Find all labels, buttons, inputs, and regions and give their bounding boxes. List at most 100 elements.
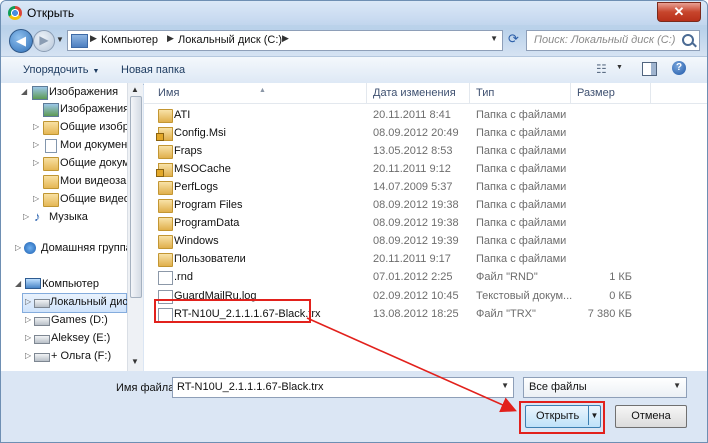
- filter-value: Все файлы: [529, 381, 587, 393]
- folder-icon: [156, 127, 173, 142]
- drive-icon: [34, 335, 50, 344]
- organize-button[interactable]: Упорядочить ▼: [23, 64, 99, 76]
- file-size: 1 КБ: [609, 271, 632, 284]
- nav-item-olga-f[interactable]: ▷ + Ольга (F:): [1, 348, 126, 366]
- chevron-down-icon[interactable]: ▼: [501, 381, 509, 390]
- file-date: 14.07.2009 5:37: [373, 181, 453, 194]
- collapse-arrow-icon[interactable]: ◢: [15, 279, 23, 288]
- computer-icon: [25, 278, 41, 289]
- expand-arrow-icon[interactable]: ▷: [33, 158, 41, 167]
- help-icon[interactable]: ?: [672, 61, 686, 75]
- file-row[interactable]: Fraps 13.05.2012 8:53 Папка с файлами: [144, 143, 707, 160]
- search-icon: [682, 34, 694, 46]
- open-split-dropdown-icon[interactable]: ▼: [588, 406, 600, 425]
- expand-arrow-icon[interactable]: ▷: [25, 297, 33, 306]
- file-name: Program Files: [174, 199, 243, 212]
- scroll-up-icon[interactable]: ▲: [131, 85, 139, 94]
- expand-arrow-icon[interactable]: ▷: [15, 243, 23, 252]
- nav-item-label: Локальный диск: [50, 296, 128, 308]
- file-row[interactable]: Пользователи 20.11.2011 9:17 Папка с файла…: [144, 251, 707, 268]
- address-bar[interactable]: ▶ Компьютер ▶ Локальный диск (C:) ▶ ▼: [67, 30, 503, 51]
- filename-input[interactable]: RT-N10U_2.1.1.1.67-Black.trx ▼: [172, 377, 514, 398]
- column-headers: Имя ▲ Дата изменения Тип Размер: [144, 83, 707, 104]
- file-row[interactable]: PerfLogs 14.07.2009 5:37 Папка с файлами: [144, 179, 707, 196]
- file-list: Имя ▲ Дата изменения Тип Размер ATI 20.11…: [144, 83, 707, 371]
- file-type: Папка с файлами: [476, 127, 567, 140]
- file-date: 13.08.2012 18:25: [373, 307, 459, 320]
- preview-pane-icon[interactable]: [642, 62, 657, 76]
- nav-item-music[interactable]: ▷ ♪ Музыка: [1, 209, 126, 227]
- nav-item-public-documents[interactable]: ▷ Общие докумен: [1, 155, 127, 173]
- column-header-type[interactable]: Тип: [470, 83, 571, 103]
- nav-item-homegroup[interactable]: ▷ Домашняя группа: [1, 240, 127, 258]
- expand-arrow-icon[interactable]: ▷: [25, 351, 33, 360]
- column-header-size[interactable]: Размер: [571, 83, 651, 103]
- nav-item-local-disk-c[interactable]: ▷ Локальный диск: [22, 293, 127, 313]
- view-options-icon[interactable]: ☷: [596, 63, 612, 75]
- nav-item-label: Мои видеозап: [60, 175, 128, 187]
- breadcrumb-computer[interactable]: Компьютер: [101, 34, 158, 46]
- file-row[interactable]: ProgramData 08.09.2012 19:38 Папка с файла…: [144, 215, 707, 232]
- open-label: Открыть: [536, 410, 580, 422]
- nav-item-aleksey-e[interactable]: ▷ Aleksey (E:): [1, 330, 126, 348]
- nav-item-public-videos[interactable]: ▷ Общие видео: [1, 191, 127, 209]
- cancel-button[interactable]: Отмена: [615, 405, 687, 428]
- scrollbar-thumb[interactable]: [130, 96, 142, 298]
- address-dropdown-icon[interactable]: ▼: [490, 34, 498, 43]
- file-row[interactable]: Program Files 08.09.2012 19:38 Папка с фай…: [144, 197, 707, 214]
- nav-item-games-d[interactable]: ▷ Games (D:): [1, 312, 126, 330]
- file-date: 08.09.2012 19:38: [373, 217, 459, 230]
- expand-arrow-icon[interactable]: ▷: [33, 140, 41, 149]
- expand-arrow-icon[interactable]: ▷: [25, 333, 33, 342]
- file-size: 0 КБ: [609, 289, 632, 302]
- file-row[interactable]: Config.Msi 08.09.2012 20:49 Папка с файлам…: [144, 125, 707, 142]
- nav-item-public-images[interactable]: ▷ Общие изобра: [1, 119, 127, 137]
- file-date: 20.11.2011 9:17: [373, 253, 451, 266]
- back-button[interactable]: ◀: [9, 29, 33, 53]
- search-placeholder: Поиск: Локальный диск (C:): [534, 34, 676, 46]
- expand-arrow-icon[interactable]: ▷: [33, 194, 41, 203]
- nav-scrollbar[interactable]: ▲ ▼: [127, 83, 143, 371]
- nav-item-my-documents[interactable]: ▷ Мои документ: [1, 137, 127, 155]
- file-row[interactable]: Windows 08.09.2012 19:39 Папка с файлами: [144, 233, 707, 250]
- file-row[interactable]: MSOCache 20.11.2011 9:12 Папка с файлами: [144, 161, 707, 178]
- recent-pages-dropdown[interactable]: ▼: [56, 33, 66, 47]
- forward-button[interactable]: ▶: [33, 30, 55, 52]
- column-header-date[interactable]: Дата изменения: [367, 83, 470, 103]
- file-date: 07.01.2012 2:25: [373, 271, 453, 284]
- title-bar: Открыть ✕: [1, 1, 707, 25]
- nav-item-label: Games (D:): [51, 314, 108, 326]
- refresh-icon[interactable]: ⟳: [504, 30, 523, 49]
- folder-icon: [158, 109, 173, 123]
- nav-item-my-videos[interactable]: Мои видеозап: [1, 173, 128, 191]
- breadcrumb-separator-icon[interactable]: ▶: [282, 33, 289, 44]
- file-name: MSOCache: [174, 163, 231, 176]
- folder-icon: [158, 199, 173, 214]
- expand-arrow-icon[interactable]: ▷: [25, 315, 33, 324]
- column-header-name[interactable]: Имя ▲: [144, 83, 367, 103]
- expand-arrow-icon[interactable]: ▷: [23, 212, 31, 221]
- pictures-library-icon: [32, 86, 48, 100]
- nav-item-computer[interactable]: ◢ Компьютер: [1, 276, 126, 294]
- close-button[interactable]: ✕: [657, 2, 701, 22]
- folder-icon: [43, 121, 59, 135]
- file-type: Текстовый докум...: [476, 289, 573, 302]
- breadcrumb-separator-icon[interactable]: ▶: [90, 33, 97, 44]
- breadcrumb-separator-icon[interactable]: ▶: [167, 33, 174, 44]
- file-date: 02.09.2012 10:45: [373, 289, 459, 302]
- search-input[interactable]: Поиск: Локальный диск (C:): [526, 30, 700, 51]
- scroll-down-icon[interactable]: ▼: [131, 357, 139, 366]
- file-row[interactable]: ATI 20.11.2011 8:41 Папка с файлами: [144, 107, 707, 124]
- file-type: Папка с файлами: [476, 109, 567, 121]
- nav-item-libraries-images[interactable]: ◢ Изображения: [1, 84, 126, 102]
- expand-arrow-icon[interactable]: ◢: [21, 87, 29, 96]
- new-folder-button[interactable]: Новая папка: [121, 64, 185, 76]
- file-row[interactable]: .rnd 07.01.2012 2:25 Файл "RND" 1 КБ: [144, 269, 707, 286]
- chevron-down-icon[interactable]: ▼: [616, 64, 623, 71]
- nav-item-images[interactable]: Изображения: [1, 101, 127, 119]
- folder-icon: [158, 217, 173, 232]
- expand-arrow-icon[interactable]: ▷: [33, 122, 41, 131]
- open-button[interactable]: Открыть ▼: [525, 405, 601, 428]
- file-type-filter[interactable]: Все файлы ▼: [523, 377, 687, 398]
- breadcrumb-local-disk[interactable]: Локальный диск (C:): [178, 34, 282, 46]
